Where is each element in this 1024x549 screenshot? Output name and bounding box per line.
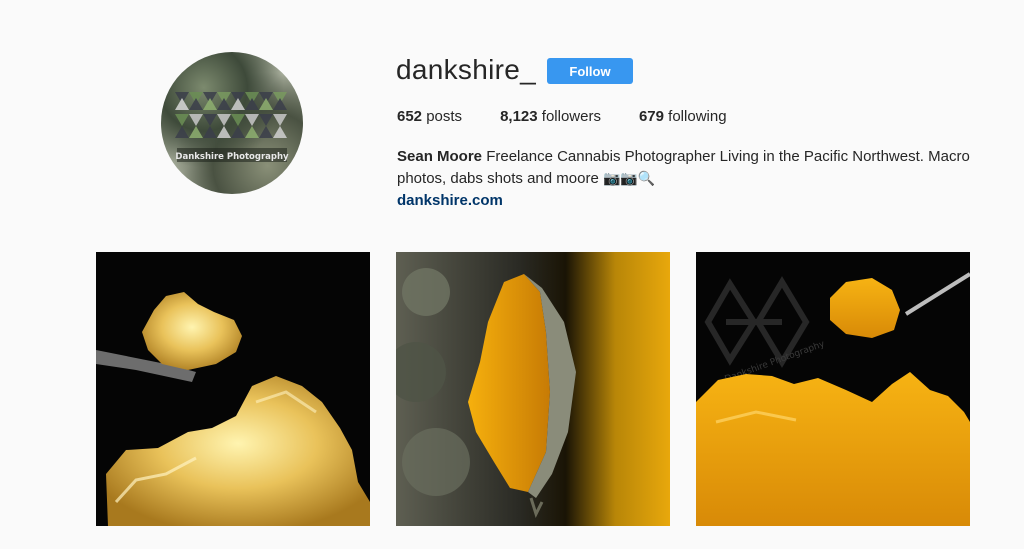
post-thumbnail[interactable]: Dankshire Photography (696, 252, 970, 526)
stat-posts-label: posts (426, 108, 463, 125)
profile-stats: 652 posts 8,123 followers 679 following (397, 108, 765, 125)
stat-posts: 652 posts (397, 108, 462, 125)
stat-posts-count: 652 (397, 108, 423, 125)
profile-username: dankshire_ (396, 54, 536, 85)
post-image (396, 252, 670, 526)
stat-following[interactable]: 679 following (639, 108, 727, 125)
bio-name: Sean Moore (397, 148, 483, 165)
stat-followers-label: followers (541, 108, 601, 125)
profile-avatar[interactable]: Dankshire Photography (161, 52, 303, 194)
post-image: Dankshire Photography (696, 252, 970, 526)
avatar-logo-text: Dankshire Photography (175, 152, 289, 162)
avatar-logo-icon: Dankshire Photography (175, 92, 289, 162)
bio-text: Freelance Cannabis Photographer Living i… (397, 148, 970, 187)
stat-followers[interactable]: 8,123 followers (500, 108, 601, 125)
post-thumbnail[interactable] (396, 252, 670, 526)
stat-following-label: following (668, 108, 727, 125)
bio-emojis: 📷📷🔍 (602, 171, 656, 187)
bio-website-link[interactable]: dankshire.com (397, 190, 987, 212)
stat-following-count: 679 (638, 108, 664, 125)
stat-followers-count: 8,123 (500, 108, 538, 125)
post-image (96, 252, 370, 526)
post-thumbnail[interactable] (96, 252, 370, 526)
profile-bio: Sean Moore Freelance Cannabis Photograph… (397, 146, 987, 212)
follow-button[interactable]: Follow (547, 58, 633, 84)
